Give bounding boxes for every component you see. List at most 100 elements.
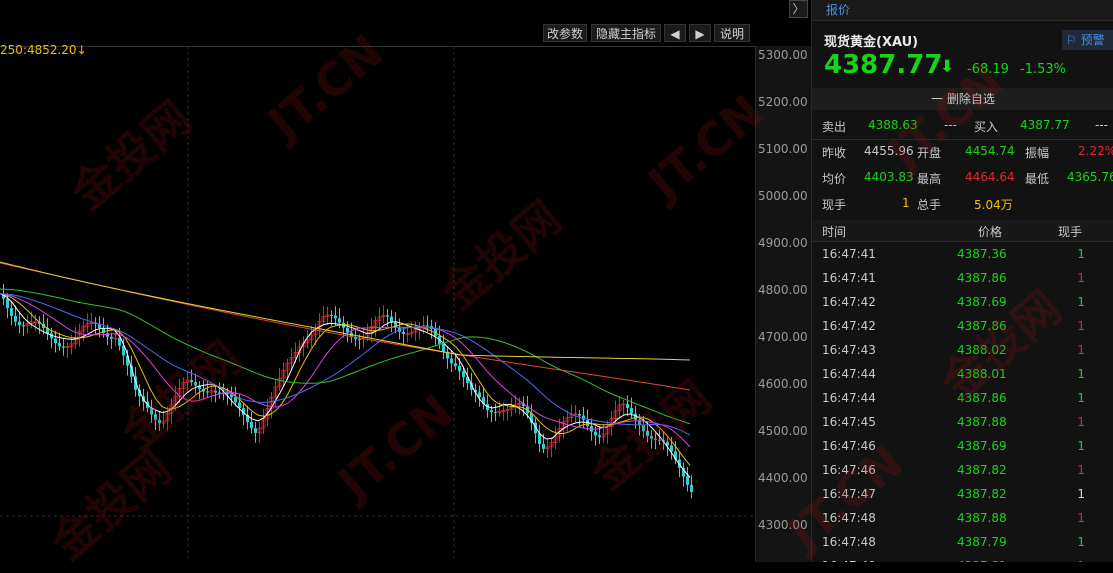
tick-price: 4387.86 [957, 271, 1007, 285]
last-price: 4387.77 [824, 50, 943, 80]
price-tick: 4800.00 [758, 283, 808, 297]
candle-body [206, 391, 209, 393]
tick-row: 16:47:47 4387.82 1 [812, 483, 1113, 507]
candle-body [494, 411, 497, 413]
hide-indicator-button[interactable]: 隐藏主指标 [591, 24, 661, 42]
scroll-right-button[interactable]: ▶ [689, 24, 711, 42]
candle-body [442, 343, 445, 352]
alert-label: 预警 [1080, 33, 1105, 47]
total-vol-value: 5.04万 [974, 198, 1013, 212]
amplitude-label: 振幅 [1025, 146, 1050, 160]
tick-volume: 1 [1077, 295, 1085, 309]
ma60-line [0, 288, 691, 425]
candle-body [490, 410, 493, 412]
candlestick-chart[interactable] [0, 0, 811, 562]
candle-body [10, 308, 13, 316]
bid-ask-row: 卖出 4388.63 --- 买入 4387.77 --- [812, 114, 1113, 140]
avg-label: 均价 [822, 172, 847, 186]
tick-row: 16:47:41 4387.36 1 [812, 243, 1113, 267]
tick-row: 16:47:43 4388.02 1 [812, 339, 1113, 363]
tick-row: 16:47:45 4387.88 1 [812, 411, 1113, 435]
tick-volume: 1 [1077, 415, 1085, 429]
tick-price: 4387.86 [957, 391, 1007, 405]
tick-price: 4387.88 [957, 415, 1007, 429]
stats-row-1: 昨收 4455.96 开盘 4454.74 振幅 2.22% [812, 142, 1113, 168]
amplitude-value: 2.22% [1078, 144, 1113, 158]
candle-body [250, 421, 253, 429]
sell-label: 卖出 [822, 120, 847, 134]
candle-body [358, 339, 361, 341]
sell-volume: --- [944, 118, 957, 132]
help-button[interactable]: 说明 [714, 24, 750, 42]
candle-body [214, 390, 217, 393]
tick-time: 16:47:45 [822, 415, 876, 429]
symbol-name: 现货黄金(XAU) [824, 35, 919, 50]
price-change: -68.19 [967, 62, 1009, 77]
price-axis: 5300.00 5200.00 5100.00 5000.00 4900.00 4800.… [755, 46, 811, 562]
candle-body [462, 371, 465, 378]
prev-close-value: 4455.96 [864, 144, 914, 158]
candle-body [234, 397, 237, 403]
price-tick: 4900.00 [758, 236, 808, 250]
tick-row: 16:47:48 4387.79 1 [812, 531, 1113, 555]
tick-row: 16:47:41 4387.86 1 [812, 267, 1113, 291]
candle-body [458, 365, 461, 372]
quote-panel: 报价 现货黄金(XAU) ⚐ 预警 4387.77 ⬇ -68.19 -1.53… [811, 0, 1113, 562]
tick-volume: 1 [1077, 271, 1085, 285]
tick-time: 16:47:46 [822, 463, 876, 477]
candle-body [154, 414, 157, 420]
scroll-left-button[interactable]: ◀ [664, 24, 686, 42]
tab-quote-label: 报价 [826, 3, 851, 17]
price-tick: 5000.00 [758, 189, 808, 203]
candle-body [390, 316, 393, 323]
tab-quote[interactable]: 报价 [812, 0, 1113, 21]
tick-time: 16:47:43 [822, 343, 876, 357]
prev-close-label: 昨收 [822, 146, 847, 160]
sell-price: 4388.63 [868, 118, 918, 132]
edit-params-button[interactable]: 改参数 [543, 24, 587, 42]
tick-time: 16:47:42 [822, 295, 876, 309]
candle-body [594, 431, 597, 436]
stats-row-3: 现手 1 总手 5.04万 [812, 194, 1113, 220]
tick-volume: 1 [1077, 535, 1085, 549]
candle-body [330, 314, 333, 316]
tick-row: 16:47:46 4387.69 1 [812, 435, 1113, 459]
avg-value: 4403.83 [864, 170, 914, 184]
candle-body [14, 315, 17, 322]
price-tick: 4500.00 [758, 424, 808, 438]
price-tick: 5100.00 [758, 142, 808, 156]
tick-row: 16:47:48 4387.88 1 [812, 507, 1113, 531]
candle-body [150, 408, 153, 415]
tick-price: 4387.82 [957, 463, 1007, 477]
tick-volume: 1 [1077, 319, 1085, 333]
candle-body [334, 315, 337, 319]
collapse-panel-button[interactable]: 〉 [789, 0, 808, 18]
tick-row: 16:47:494387.811 [812, 555, 1113, 562]
price-tick: 4600.00 [758, 377, 808, 391]
high-value: 4464.64 [965, 170, 1015, 184]
tick-volume: 1 [1077, 487, 1085, 501]
price-tick: 4700.00 [758, 330, 808, 344]
tick-price: 4387.36 [957, 247, 1007, 261]
tick-row: 16:47:44 4388.01 1 [812, 363, 1113, 387]
ma30-line [0, 293, 691, 436]
open-label: 开盘 [917, 146, 942, 160]
chart-area[interactable]: 250:4852.20↓ 改参数 隐藏主指标 ◀ ▶ 说明 〉 5300.00 5… [0, 0, 811, 562]
candle-body [578, 414, 581, 416]
remove-watchlist-button[interactable]: 一 删除自选 [812, 88, 1113, 110]
candle-body [654, 438, 657, 440]
tick-time: 16:47:44 [822, 391, 876, 405]
candle-body [642, 425, 645, 432]
tick-time: 16:47:48 [822, 535, 876, 549]
candle-body [386, 315, 389, 317]
alert-button[interactable]: ⚐ 预警 [1062, 30, 1113, 50]
candle-body [190, 379, 193, 383]
candle-body [158, 419, 161, 424]
candle-body [54, 338, 57, 344]
ma250-line [0, 261, 691, 361]
candle-body [650, 435, 653, 439]
candle-body [110, 336, 113, 339]
open-value: 4454.74 [965, 144, 1015, 158]
tick-price: 4388.01 [957, 367, 1007, 381]
candle-body [6, 298, 9, 309]
